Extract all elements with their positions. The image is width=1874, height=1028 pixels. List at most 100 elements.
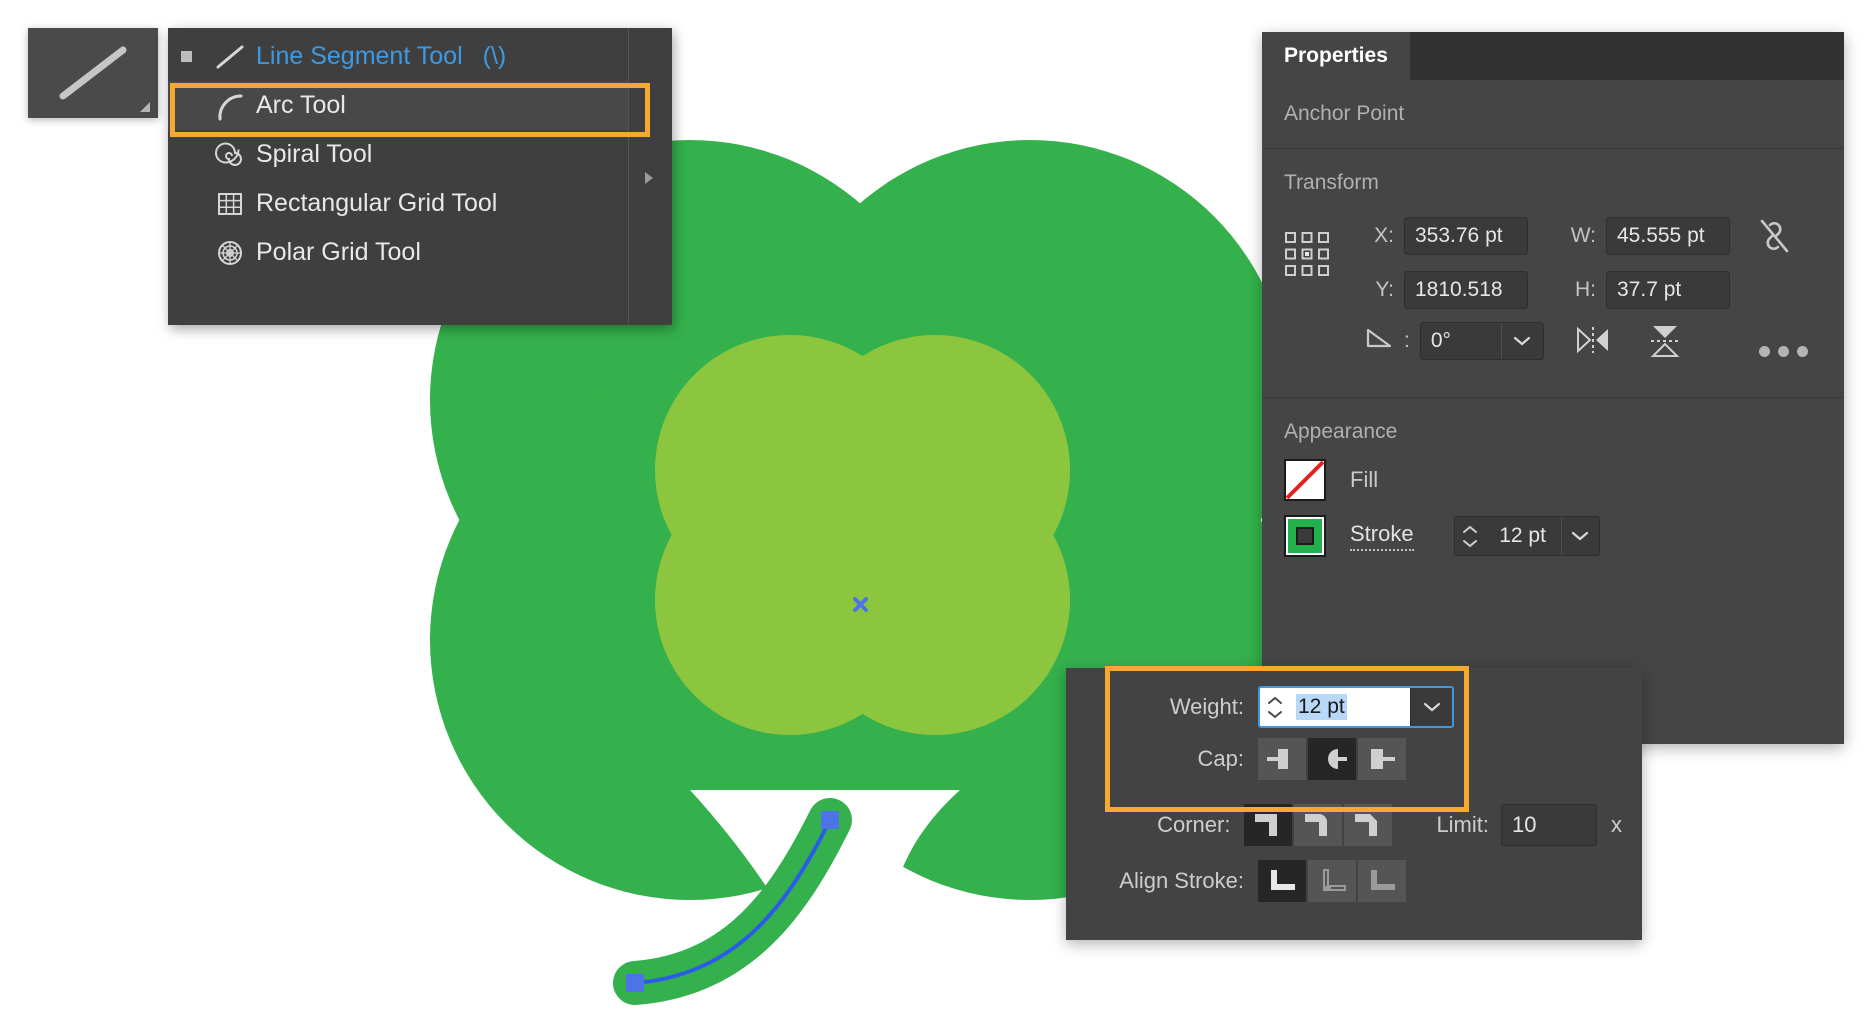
panel-tab-bar: Properties (1262, 32, 1844, 80)
flyout-triangle-icon (140, 102, 150, 112)
weight-value-wrap: 12 pt (1290, 688, 1410, 726)
align-stroke-outside-icon[interactable] (1358, 860, 1406, 902)
weight-value: 12 pt (1296, 694, 1347, 720)
align-stroke-center-icon[interactable] (1258, 860, 1306, 902)
cap-row: Cap: (1086, 738, 1622, 780)
angle-combo[interactable]: 0° (1420, 322, 1544, 360)
menu-item-rectangular-grid-tool[interactable]: Rectangular Grid Tool (168, 179, 628, 228)
y-label: Y: (1354, 278, 1394, 302)
reference-point-selector-icon[interactable] (1284, 231, 1330, 277)
round-cap-icon[interactable] (1308, 738, 1356, 780)
anchor-point-top (821, 811, 839, 829)
y-value: 1810.518 (1415, 278, 1503, 302)
broken-link-icon[interactable] (1754, 213, 1794, 259)
stroke-weight-combo[interactable]: 12 pt (1454, 516, 1600, 556)
align-stroke-button-group (1258, 860, 1406, 902)
w-value: 45.555 pt (1617, 224, 1705, 248)
menu-label: Arc Tool (256, 91, 346, 120)
transform-section: X: 353.76 pt W: 45.555 pt Y: 1810.518 H: (1262, 195, 1844, 361)
butt-cap-icon[interactable] (1258, 738, 1306, 780)
anchor-point-bottom (626, 974, 644, 992)
application-screenshot: Line Segment Tool (\) Arc Tool Spiral To… (0, 0, 1874, 1028)
limit-value: 10 (1512, 812, 1536, 838)
menu-item-spiral-tool[interactable]: Spiral Tool (168, 130, 628, 179)
weight-row: Weight: 12 pt (1086, 686, 1622, 728)
line-segment-tool-button[interactable] (28, 28, 158, 118)
angle-icon (1354, 326, 1394, 356)
transform-row-y-h: Y: 1810.518 H: 37.7 pt (1354, 271, 1822, 309)
transform-row-x-w: X: 353.76 pt W: 45.555 pt (1354, 213, 1822, 259)
x-field[interactable]: 353.76 pt (1404, 217, 1528, 255)
stroke-label[interactable]: Stroke (1350, 521, 1414, 551)
limit-label: Limit: (1436, 812, 1489, 838)
w-label: W: (1556, 224, 1596, 248)
stem-arc-path (635, 820, 830, 983)
transform-row-angle: : 0° (1354, 321, 1822, 361)
tab-label: Properties (1284, 44, 1388, 68)
h-label: H: (1556, 278, 1596, 302)
stroke-weight-value: 12 pt (1485, 517, 1561, 555)
menu-shortcut: (\) (483, 42, 507, 71)
tool-flyout-menu[interactable]: Line Segment Tool (\) Arc Tool Spiral To… (168, 28, 672, 325)
y-field[interactable]: 1810.518 (1404, 271, 1528, 309)
flip-horizontal-icon[interactable] (1570, 321, 1616, 361)
miter-limit-group: Limit: 10 x (1436, 804, 1622, 846)
stem-arc-stroke (635, 820, 830, 983)
menu-item-line-segment-tool[interactable]: Line Segment Tool (\) (168, 32, 628, 81)
current-tool-bullet-icon (168, 51, 204, 62)
tab-bar-filler (1410, 32, 1844, 80)
line-segment-tool-icon (28, 28, 158, 118)
fill-row: Fill (1284, 452, 1822, 508)
h-field[interactable]: 37.7 pt (1606, 271, 1730, 309)
tool-flyout-list: Line Segment Tool (\) Arc Tool Spiral To… (168, 28, 628, 325)
align-stroke-inside-icon[interactable] (1308, 860, 1356, 902)
stroke-row: Stroke 12 pt (1284, 508, 1822, 564)
menu-label: Polar Grid Tool (256, 238, 421, 267)
x-value: 353.76 pt (1415, 224, 1503, 248)
round-join-icon[interactable] (1294, 804, 1342, 846)
stroke-swatch-icon[interactable] (1284, 515, 1326, 557)
more-options-icon[interactable] (1759, 346, 1808, 357)
menu-label: Spiral Tool (256, 140, 372, 169)
angle-value: 0° (1421, 323, 1501, 359)
cap-label: Cap: (1086, 746, 1258, 772)
menu-item-arc-tool[interactable]: Arc Tool (168, 81, 628, 130)
stepper-icon[interactable] (1260, 688, 1290, 726)
anchor-point-section-title: Anchor Point (1262, 80, 1844, 126)
x-label: X: (1354, 224, 1394, 248)
transform-section-title: Transform (1262, 149, 1844, 195)
line-segment-icon (204, 42, 256, 72)
corner-button-group (1244, 804, 1392, 846)
weight-input[interactable]: 12 pt (1258, 686, 1454, 728)
submenu-arrow-icon (645, 172, 653, 184)
none-swatch-icon[interactable] (1284, 459, 1326, 501)
arc-icon (204, 90, 256, 122)
appearance-section-title: Appearance (1262, 398, 1844, 444)
chevron-down-icon[interactable] (1410, 688, 1452, 726)
miter-join-icon[interactable] (1244, 804, 1292, 846)
tab-properties[interactable]: Properties (1262, 32, 1410, 80)
center-x-marker (855, 599, 866, 610)
chevron-down-icon[interactable] (1561, 517, 1599, 555)
stepper-icon[interactable] (1455, 517, 1485, 555)
spiral-icon (204, 139, 256, 171)
properties-panel: Properties Anchor Point Transform X: 353… (1262, 32, 1844, 744)
fill-label: Fill (1350, 467, 1378, 493)
limit-field[interactable]: 10 (1501, 804, 1597, 846)
w-field[interactable]: 45.555 pt (1606, 217, 1730, 255)
corner-label: Corner: (1086, 812, 1244, 838)
stroke-options-popup: Weight: 12 pt Cap: (1066, 668, 1642, 940)
tear-off-strip[interactable] (628, 28, 672, 325)
corner-row: Corner: Limit: 10 x (1086, 804, 1622, 846)
menu-item-polar-grid-tool[interactable]: Polar Grid Tool (168, 228, 628, 277)
flip-vertical-icon[interactable] (1642, 321, 1688, 361)
menu-label: Line Segment Tool (256, 42, 463, 71)
rectangular-grid-icon (204, 188, 256, 220)
cap-button-group (1258, 738, 1406, 780)
menu-label: Rectangular Grid Tool (256, 189, 497, 218)
projecting-cap-icon[interactable] (1358, 738, 1406, 780)
h-value: 37.7 pt (1617, 278, 1681, 302)
chevron-down-icon[interactable] (1501, 323, 1543, 359)
bevel-join-icon[interactable] (1344, 804, 1392, 846)
align-stroke-row: Align Stroke: (1086, 860, 1622, 902)
